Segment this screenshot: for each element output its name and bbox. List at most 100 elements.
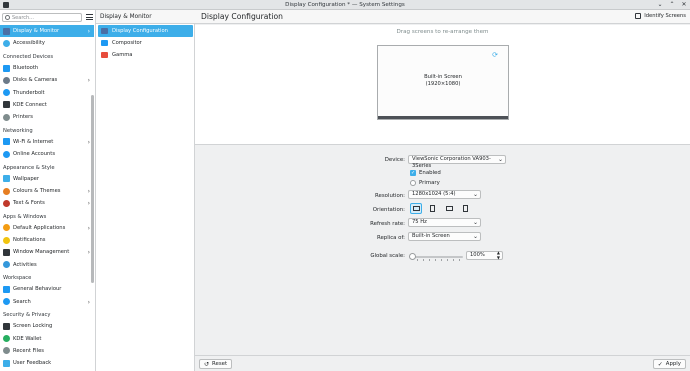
portrait-left-icon <box>430 205 435 212</box>
landscape-icon <box>413 206 420 211</box>
subcategory-item-compositor[interactable]: Compositor <box>98 37 193 49</box>
arrange-hint: Drag screens to re-arrange them <box>396 29 489 35</box>
resolution-select[interactable]: 1280x1024 (5:4) ⌄ <box>408 190 481 199</box>
sidebar-item-search[interactable]: Search › <box>0 296 94 308</box>
sidebar-item-bluetooth[interactable]: Bluetooth <box>0 62 94 74</box>
slider-handle[interactable] <box>409 253 416 260</box>
primary-label: Primary <box>419 180 440 186</box>
sidebar-scrollbar[interactable] <box>91 95 94 283</box>
sidebar-item-activities[interactable]: Activities <box>0 259 94 271</box>
subcategory-item-label: Gamma <box>112 52 133 59</box>
sidebar-item-display-monitor[interactable]: Display & Monitor › <box>0 25 94 38</box>
window-titlebar: Display Configuration * — System Setting… <box>0 0 690 10</box>
orientation-portrait-right-button[interactable] <box>459 203 471 214</box>
sidebar-item-thunderbolt[interactable]: Thunderbolt <box>0 86 94 98</box>
refresh-rate-value: 75 Hz <box>412 219 427 225</box>
sidebar-item-text-fonts[interactable]: Text & Fonts › <box>0 197 94 209</box>
screen-tile[interactable]: ⟳ Built-in Screen (1920×1080) <box>377 45 509 120</box>
sidebar-section-heading: Appearance & Style <box>3 164 55 171</box>
sidebar-item-label: Bluetooth <box>13 65 39 72</box>
chevron-down-icon: ⌄ <box>472 233 478 240</box>
sidebar-item-colours-themes[interactable]: Colours & Themes › <box>0 185 94 197</box>
chevron-down-icon: ⌄ <box>472 191 478 198</box>
sidebar-item-notifications[interactable]: Notifications <box>0 234 94 246</box>
maximize-icon[interactable]: ⌃ <box>668 1 676 9</box>
device-label: Device: <box>384 157 405 163</box>
sidebar-item-label: Search <box>13 298 31 305</box>
chevron-right-icon: › <box>87 200 90 208</box>
printer-icon <box>3 113 10 121</box>
search-placeholder: Search... <box>12 15 34 21</box>
sidebar-item-general-behaviour[interactable]: General Behaviour <box>0 283 94 295</box>
global-scale-spinbox[interactable]: 100% ▲ ▼ <box>466 250 503 260</box>
default-apps-icon <box>3 224 10 232</box>
enabled-checkbox[interactable]: ✓ <box>410 170 416 176</box>
sidebar-item-printers[interactable]: Printers <box>0 111 94 123</box>
sidebar-item-label: Thunderbolt <box>13 89 45 96</box>
lock-icon <box>3 322 10 330</box>
sidebar-item-accessibility[interactable]: Accessibility <box>0 37 94 49</box>
slider-tick <box>453 259 454 261</box>
font-icon <box>3 199 10 207</box>
sidebar-item-wi-fi-internet[interactable]: Wi-Fi & Internet › <box>0 136 94 148</box>
identify-screens-icon <box>635 13 642 19</box>
spin-arrows-icon[interactable]: ▲ ▼ <box>497 250 500 260</box>
chevron-right-icon: › <box>87 187 90 195</box>
reset-icon: ↺ <box>204 360 210 368</box>
sidebar-item-label: Wi-Fi & Internet <box>13 138 54 145</box>
sidebar-item-window-management[interactable]: Window Management › <box>0 246 94 258</box>
subcategory-item-gamma[interactable]: Gamma <box>98 49 193 61</box>
chevron-right-icon: › <box>87 249 90 257</box>
sidebar-item-label: Notifications <box>13 237 46 244</box>
subcategory-item-display-configuration[interactable]: Display Configuration <box>98 25 193 38</box>
replica-select[interactable]: Built-in Screen ⌄ <box>408 232 481 241</box>
device-select[interactable]: ViewSonic Corporation VA903-3Series ⌄ <box>408 155 506 169</box>
sidebar-item-label: Text & Fonts <box>13 200 45 207</box>
apply-button[interactable]: ✓ Apply <box>652 359 686 369</box>
global-scale-label: Global scale: <box>370 253 405 259</box>
sidebar-section-heading: Networking <box>3 127 33 134</box>
sidebar-item-kde-connect[interactable]: KDE Connect <box>0 99 94 111</box>
sidebar-item-label: General Behaviour <box>13 286 62 293</box>
slider-tick <box>447 259 448 261</box>
sidebar-item-label: Disks & Cameras <box>13 77 58 84</box>
sidebar-item-screen-locking[interactable]: Screen Locking <box>0 320 94 332</box>
sidebar-item-label: Activities <box>13 261 37 268</box>
orientation-portrait-left-button[interactable] <box>426 203 438 214</box>
slider-tick <box>459 259 460 261</box>
refresh-rate-select[interactable]: 75 Hz ⌄ <box>408 218 481 227</box>
minimize-icon[interactable]: ⌄ <box>656 1 664 9</box>
chevron-right-icon: › <box>87 28 90 35</box>
identify-screens-button[interactable]: Identify Screens <box>635 13 686 19</box>
close-icon[interactable]: ✕ <box>680 1 688 9</box>
sidebar-item-kde-wallet[interactable]: KDE Wallet <box>0 332 94 344</box>
reset-label: Reset <box>212 361 228 367</box>
replica-label: Replica of: <box>376 235 405 241</box>
orientation-landscape-button[interactable] <box>410 203 422 214</box>
screen-arrangement-area[interactable]: Drag screens to re-arrange them ⟳ Built-… <box>195 25 690 145</box>
sidebar-item-user-feedback[interactable]: User Feedback <box>0 357 94 369</box>
hamburger-menu-icon[interactable] <box>86 14 93 20</box>
sidebar-item-label: Display & Monitor <box>13 28 60 35</box>
rotate-icon[interactable]: ⟳ <box>492 51 498 59</box>
sidebar-item-wallpaper[interactable]: Wallpaper <box>0 173 94 185</box>
sidebar-nav: Display & Monitor › Accessibility Connected… <box>0 25 94 369</box>
global-scale-slider[interactable] <box>409 253 463 261</box>
sidebar-item-default-applications[interactable]: Default Applications › <box>0 222 94 234</box>
search-field[interactable]: Search... <box>2 13 82 22</box>
sidebar-item-online-accounts[interactable]: Online Accounts <box>0 148 94 160</box>
reset-button[interactable]: ↺ Reset <box>199 359 233 369</box>
wallet-icon <box>3 335 10 343</box>
sidebar-item-recent-files[interactable]: Recent Files <box>0 345 94 357</box>
bell-icon <box>3 236 10 244</box>
orientation-flipped-button[interactable] <box>443 203 455 214</box>
sidebar: Search... Display & Monitor › Accessibilit… <box>0 10 96 371</box>
sidebar-item-label: Recent Files <box>13 347 44 354</box>
primary-radio[interactable] <box>410 180 416 186</box>
screen-bottom-bar <box>378 116 508 119</box>
sidebar-item-label: Accessibility <box>13 40 45 47</box>
window-title: Display Configuration * — System Setting… <box>285 2 405 8</box>
sidebar-item-label: Default Applications <box>13 224 66 231</box>
recent-files-icon <box>3 347 10 355</box>
sidebar-item-disks-cameras[interactable]: Disks & Cameras › <box>0 74 94 86</box>
